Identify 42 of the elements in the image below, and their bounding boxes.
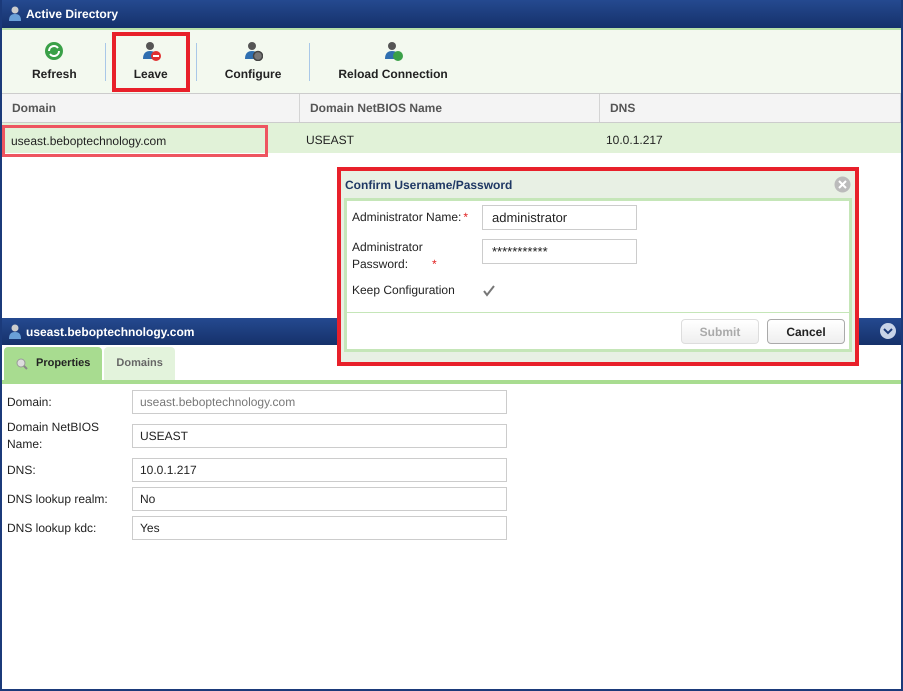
required-mark: *	[432, 256, 437, 273]
dialog-title: Confirm Username/Password	[345, 176, 512, 194]
input-field[interactable]: USEAST	[132, 424, 507, 448]
field-label: DNS lookup kdc:	[7, 520, 98, 536]
panel-title: useast.beboptechnology.com	[26, 324, 194, 340]
search-icon	[16, 358, 28, 370]
toolbar-button[interactable]: Configure	[202, 32, 304, 92]
table-cell-text: 10.0.1.217	[605, 132, 664, 149]
field-label: Keep Configuration	[352, 282, 455, 299]
required-mark: *	[463, 209, 468, 226]
user-sync-icon	[383, 40, 404, 60]
tab[interactable]: Domains	[104, 347, 175, 380]
input-field[interactable]: useast.beboptechnology.com	[132, 390, 507, 414]
field-label: Domain:	[7, 394, 53, 410]
input-field[interactable]: ***********	[482, 239, 637, 264]
input-field[interactable]: No	[132, 487, 507, 511]
dialog-button[interactable]: Cancel	[767, 319, 845, 344]
toolbar-button[interactable]: Refresh	[10, 32, 99, 92]
user-icon	[8, 6, 22, 22]
field-label: Administrator Password:	[352, 239, 424, 273]
field-label: Domain NetBIOS Name:	[7, 419, 100, 453]
column-header[interactable]: Domain NetBIOS Name	[300, 94, 600, 122]
column-header[interactable]: DNS	[600, 94, 901, 122]
user-icon	[8, 324, 22, 340]
toolbar-button[interactable]: Reload Connection	[316, 32, 470, 92]
refresh-icon	[44, 40, 64, 60]
expand-icon[interactable]	[879, 322, 897, 340]
input-field[interactable]: administrator	[482, 205, 637, 230]
table-cell: useast.beboptechnology.com	[2, 125, 268, 157]
toolbar-button[interactable]: Leave	[112, 32, 190, 92]
checkbox[interactable]	[482, 284, 496, 298]
user-remove-icon	[140, 40, 161, 60]
tab[interactable]: Properties	[4, 347, 102, 380]
column-header[interactable]: Domain	[2, 94, 300, 122]
window-title: Active Directory	[26, 6, 118, 23]
field-label: DNS:	[7, 462, 37, 478]
user-gear-icon	[243, 40, 264, 60]
input-field[interactable]: 10.0.1.217	[132, 458, 507, 482]
field-label: DNS lookup realm:	[7, 490, 109, 508]
table-cell-text: USEAST	[305, 132, 356, 149]
field-label: Administrator Name:	[352, 209, 462, 226]
input-field[interactable]: Yes	[132, 516, 507, 540]
